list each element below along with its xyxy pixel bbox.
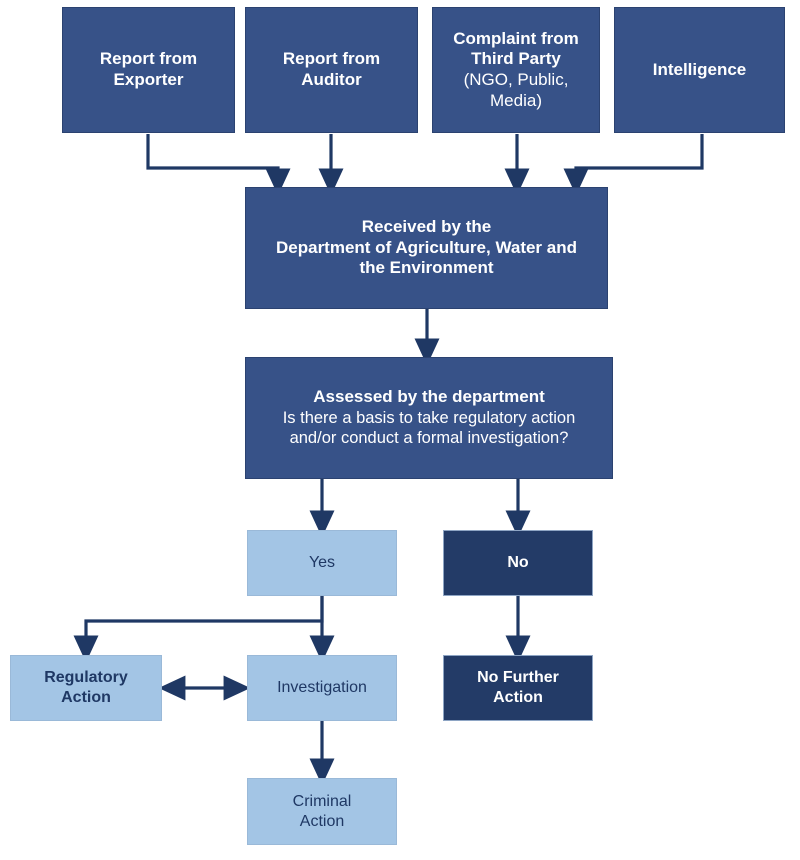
node-received-by-department[interactable]: Received by the Department of Agriculture… — [245, 187, 608, 309]
node-criminal-action-label: Criminal Action — [292, 792, 352, 830]
node-complaint-from-third-party-label: Complaint from Third Party (NGO, Public, Me… — [453, 28, 579, 110]
connector-exporter-to-received — [146, 134, 291, 196]
node-assessed-by-department[interactable]: Assessed by the department Is there a bas… — [245, 357, 613, 479]
node-received-by-department-label: Received by the Department of Agriculture… — [276, 216, 577, 278]
connector-intelligence-to-received — [563, 134, 704, 196]
node-report-from-exporter[interactable]: Report from Exporter — [62, 7, 235, 133]
node-no-further-action[interactable]: No Further Action — [443, 655, 593, 721]
node-decision-no-label: No — [507, 554, 529, 572]
node-regulatory-action-label: Regulatory Action — [44, 669, 128, 706]
node-report-from-auditor[interactable]: Report from Auditor — [245, 7, 418, 133]
node-report-from-exporter-label: Report from Exporter — [99, 49, 198, 89]
connector-yes-to-regulatory-action — [73, 596, 324, 663]
flowchart-canvas: Report from Exporter Report from Auditor C… — [0, 0, 800, 860]
node-investigation[interactable]: Investigation — [247, 655, 397, 721]
node-investigation-label: Investigation — [277, 679, 367, 697]
node-complaint-from-third-party[interactable]: Complaint from Third Party (NGO, Public, Me… — [432, 7, 600, 133]
node-report-from-auditor-label: Report from Auditor — [282, 49, 381, 89]
node-regulatory-action[interactable]: Regulatory Action — [10, 655, 162, 721]
node-no-further-action-label: No Further Action — [477, 669, 559, 706]
node-decision-yes-label: Yes — [308, 554, 336, 572]
node-assessed-by-department-label: Assessed by the department Is there a bas… — [282, 387, 576, 448]
node-criminal-action[interactable]: Criminal Action — [247, 778, 397, 845]
node-intelligence-label: Intelligence — [652, 59, 747, 79]
node-decision-yes[interactable]: Yes — [247, 530, 397, 596]
node-decision-no[interactable]: No — [443, 530, 593, 596]
node-intelligence[interactable]: Intelligence — [614, 7, 785, 133]
